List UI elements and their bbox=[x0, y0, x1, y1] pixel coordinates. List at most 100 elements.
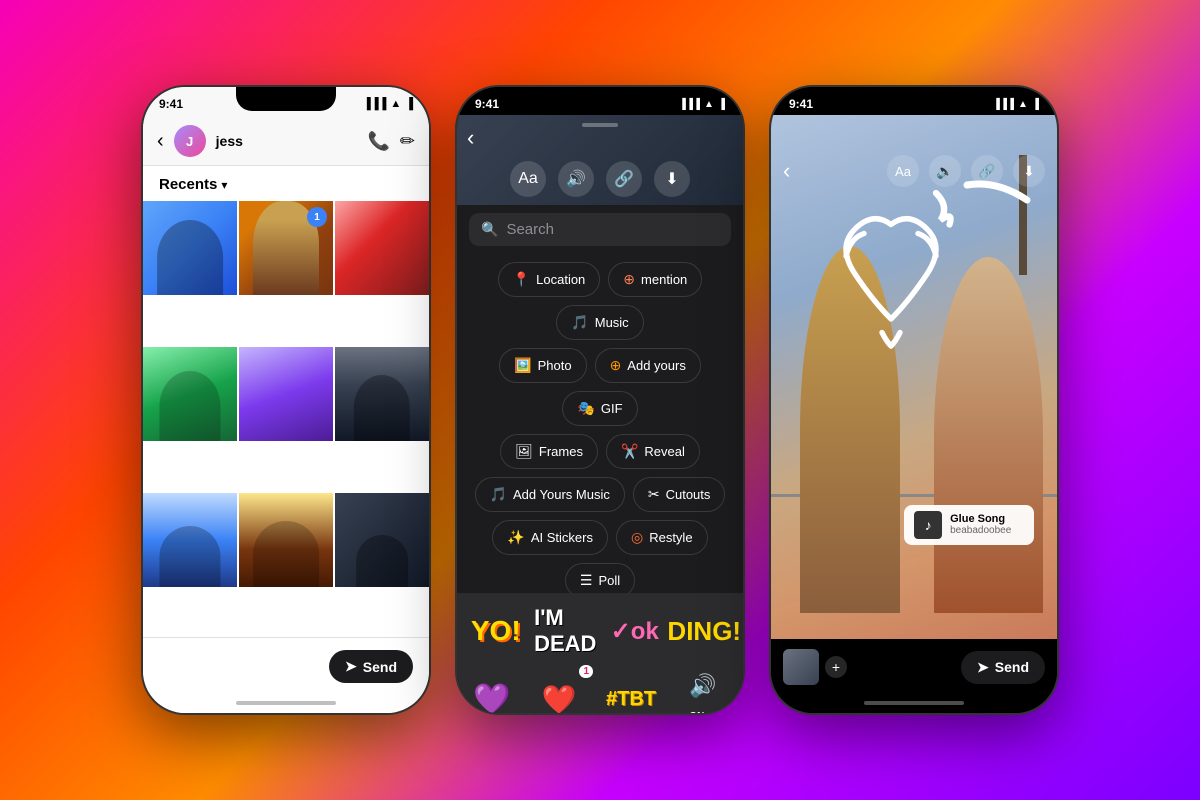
download-icon: ⬇ bbox=[665, 169, 678, 189]
text-tool-button[interactable]: Aa bbox=[510, 161, 546, 197]
sticker-reveal-label: Reveal bbox=[644, 444, 684, 459]
download-tool-button[interactable]: ⬇ bbox=[654, 161, 690, 197]
drag-indicator bbox=[582, 123, 618, 127]
gallery-title: Recents bbox=[159, 176, 217, 193]
photo-thumbs: + bbox=[783, 649, 847, 685]
gallery-cell-5[interactable] bbox=[239, 347, 333, 441]
sticker-gif-label: GIF bbox=[601, 401, 623, 416]
home-bar bbox=[236, 701, 336, 705]
add-media-button[interactable]: + bbox=[825, 656, 847, 678]
send-bar: ➤ Send bbox=[143, 637, 429, 695]
sticker-cutouts[interactable]: ✂ Cutouts bbox=[633, 477, 726, 512]
sticker-poll[interactable]: ☰ Poll bbox=[565, 563, 635, 593]
restyle-icon: ◎ bbox=[631, 529, 643, 546]
wifi-icon-3: ▲ bbox=[1018, 99, 1028, 110]
sticker-frames[interactable]: 🖼 Frames bbox=[500, 434, 598, 469]
gallery-cell-4[interactable] bbox=[143, 347, 237, 441]
sticker-yolo[interactable]: YO! bbox=[466, 601, 526, 661]
sticker-location[interactable]: 📍 Location bbox=[498, 262, 601, 297]
conversation-topbar: ‹ J jess 📞 ✏ bbox=[143, 117, 429, 166]
gallery-header: Recents ▾ bbox=[143, 166, 429, 201]
send-button[interactable]: ➤ Send bbox=[329, 650, 413, 683]
plus-icon: + bbox=[832, 659, 840, 675]
music-note-icon: ♪ bbox=[925, 517, 932, 533]
back-button[interactable]: ‹ bbox=[157, 130, 164, 153]
gallery-cell-9[interactable] bbox=[335, 493, 429, 587]
photo-thumb[interactable] bbox=[783, 649, 819, 685]
sticker-add-yours[interactable]: ⊕ Add yours bbox=[595, 348, 701, 383]
sticker-ai-stickers[interactable]: ✨ AI Stickers bbox=[492, 520, 608, 555]
gallery-cell-6[interactable] bbox=[335, 347, 429, 441]
story-link-tool[interactable]: 🔗 bbox=[971, 155, 1003, 187]
status-time: 9:41 bbox=[159, 97, 183, 111]
gallery-cell-1[interactable] bbox=[143, 201, 237, 295]
story-back-button[interactable]: ‹ bbox=[783, 158, 790, 184]
compose-icon[interactable]: ✏ bbox=[400, 131, 415, 152]
sticker-reveal[interactable]: ✂️ Reveal bbox=[606, 434, 700, 469]
status-icons-3: ▐▐▐ ▲ ▐ bbox=[993, 99, 1039, 110]
phone-sticker-picker: 9:41 ▐▐▐ ▲ ▐ Aa 🔊 🔗 ⬇ ‹ 🔍 Search bbox=[455, 85, 745, 715]
phone2-content: 9:41 ▐▐▐ ▲ ▐ Aa 🔊 🔗 ⬇ ‹ 🔍 Search bbox=[457, 87, 743, 713]
sticker-add-yours-music[interactable]: 🎵 Add Yours Music bbox=[475, 477, 625, 512]
sticker-gif[interactable]: 🎭 GIF bbox=[562, 391, 637, 426]
location-icon: 📍 bbox=[513, 271, 530, 288]
sticker-tbt[interactable]: #TBT bbox=[601, 669, 661, 713]
text-icon: Aa bbox=[518, 170, 538, 188]
sticker-vibes[interactable]: ✓ok bbox=[605, 601, 665, 661]
like-count: 1 bbox=[579, 665, 593, 678]
sticker-restyle-label: Restyle bbox=[649, 530, 692, 545]
gallery-cell-7[interactable] bbox=[143, 493, 237, 587]
call-icon[interactable]: 📞 bbox=[367, 131, 389, 152]
reveal-icon: ✂️ bbox=[621, 443, 638, 460]
tbt-text: #TBT bbox=[606, 688, 656, 711]
gallery-grid: 1 bbox=[143, 201, 429, 637]
story-download-tool[interactable]: ⬇ bbox=[1013, 155, 1045, 187]
poll-icon: ☰ bbox=[580, 572, 593, 589]
wifi-icon: ▲ bbox=[390, 98, 401, 110]
yolo-text: YO! bbox=[471, 615, 521, 647]
story-back-button[interactable]: ‹ bbox=[467, 125, 474, 151]
gif-icon: 🎭 bbox=[577, 400, 594, 417]
story-send-label: Send bbox=[995, 659, 1029, 675]
sticker-row-5: ✨ AI Stickers ◎ Restyle ☰ Poll bbox=[469, 520, 731, 593]
sticker-im-dead[interactable]: I'MDEAD bbox=[535, 601, 595, 661]
gallery-cell-8[interactable] bbox=[239, 493, 333, 587]
contact-name: jess bbox=[216, 133, 358, 149]
music-artist: beabadoobee bbox=[950, 525, 1011, 536]
story-text-tool[interactable]: Aa bbox=[887, 155, 919, 187]
story-sticker-tool[interactable]: 🔊 bbox=[929, 155, 961, 187]
sticker-icon: 🔊 bbox=[566, 169, 586, 189]
story-send-icon: ➤ bbox=[977, 659, 989, 676]
sticker-picker-grid: 📍 Location ⊕ mention 🎵 Music 🖼️ Photo bbox=[457, 254, 743, 593]
sticker-photo[interactable]: 🖼️ Photo bbox=[499, 348, 586, 383]
music-thumbnail: ♪ bbox=[914, 511, 942, 539]
sticker-photo-label: Photo bbox=[538, 358, 572, 373]
story-topnav: ‹ Aa 🔊 🔗 ⬇ bbox=[771, 151, 1057, 193]
sticker-tool-button[interactable]: 🔊 bbox=[558, 161, 594, 197]
sticker-mention[interactable]: ⊕ mention bbox=[608, 262, 702, 297]
sticker-restyle[interactable]: ◎ Restyle bbox=[616, 520, 708, 555]
gallery-chevron[interactable]: ▾ bbox=[221, 178, 227, 192]
sticker-heart[interactable]: 💜 bbox=[467, 674, 517, 713]
gallery-cell-3[interactable] bbox=[335, 201, 429, 295]
sound-on-text: 🔊ON bbox=[689, 673, 716, 713]
story-send-button[interactable]: ➤ Send bbox=[961, 651, 1045, 684]
sticker-add-yours-music-label: Add Yours Music bbox=[513, 487, 610, 502]
add-yours-music-icon: 🎵 bbox=[490, 486, 507, 503]
music-badge[interactable]: ♪ Glue Song beabadoobee bbox=[904, 505, 1034, 545]
search-bar[interactable]: 🔍 Search bbox=[469, 213, 731, 246]
vibes-text: ✓ok bbox=[611, 617, 659, 646]
notch-2 bbox=[550, 87, 650, 111]
music-info: Glue Song beabadoobee bbox=[950, 513, 1011, 536]
send-icon: ➤ bbox=[345, 658, 357, 675]
battery-icon-3: ▐ bbox=[1032, 99, 1039, 110]
sticker-ding[interactable]: DING! bbox=[674, 601, 734, 661]
search-input[interactable]: Search bbox=[506, 221, 554, 238]
story-tools: Aa 🔊 🔗 ⬇ bbox=[887, 155, 1045, 187]
sticker-liked[interactable]: ❤️ 1 bbox=[529, 669, 589, 713]
sticker-music[interactable]: 🎵 Music bbox=[556, 305, 643, 340]
link-tool-button[interactable]: 🔗 bbox=[606, 161, 642, 197]
sticker-sound-on[interactable]: 🔊ON bbox=[673, 669, 733, 713]
gallery-cell-2[interactable]: 1 bbox=[239, 201, 333, 295]
status-icons: ▐▐▐ ▲ ▐ bbox=[363, 98, 413, 110]
